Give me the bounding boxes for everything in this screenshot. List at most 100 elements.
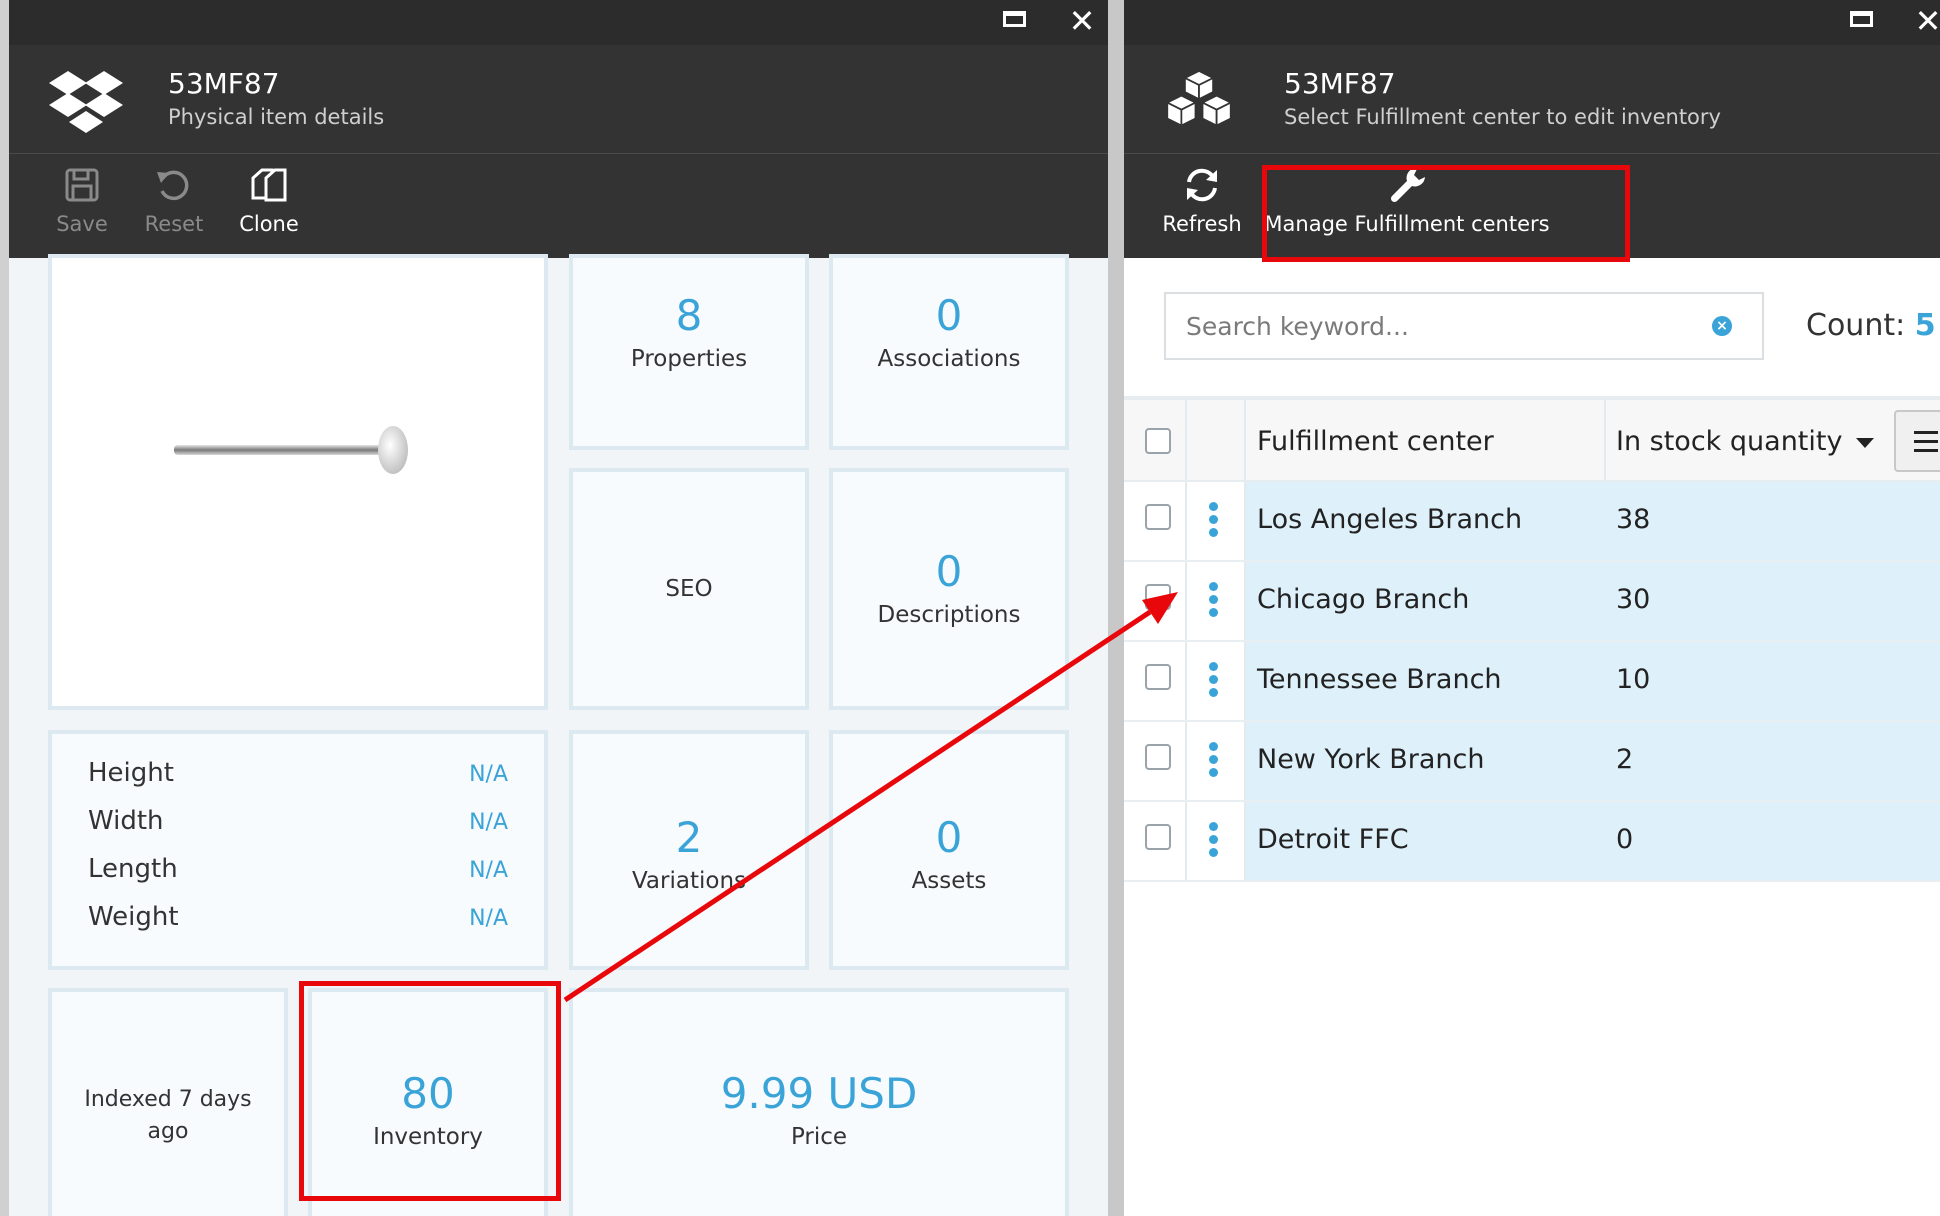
product-image-tile[interactable]: [48, 254, 548, 710]
row-checkbox[interactable]: [1145, 584, 1171, 610]
blade-title: 53MF87: [168, 67, 280, 100]
count-value: 5: [1914, 308, 1936, 343]
close-icon[interactable]: ✕: [1062, 2, 1102, 40]
save-button[interactable]: Save: [47, 164, 117, 236]
row-actions-icon[interactable]: [1209, 662, 1219, 701]
column-header-fulfillment-center[interactable]: Fulfillment center: [1257, 426, 1494, 457]
table-row[interactable]: Detroit FFC 0: [1124, 802, 1940, 882]
column-divider: [1244, 722, 1246, 800]
blade-title: 53MF87: [1284, 67, 1396, 100]
row-fulfillment-center: New York Branch: [1257, 744, 1485, 775]
price-tile[interactable]: 9.99 USD Price: [569, 988, 1069, 1216]
row-checkbox[interactable]: [1145, 664, 1171, 690]
save-label: Save: [56, 212, 108, 236]
refresh-label: Refresh: [1162, 212, 1242, 236]
clone-button[interactable]: Clone: [229, 164, 309, 236]
table-row[interactable]: New York Branch 2: [1124, 722, 1940, 802]
product-image: [174, 426, 408, 474]
variations-tile[interactable]: 2 Variations: [569, 730, 809, 970]
row-quantity: 30: [1616, 584, 1651, 615]
column-header-in-stock-quantity[interactable]: In stock quantity: [1616, 426, 1875, 457]
row-quantity: 10: [1616, 664, 1651, 695]
dimension-row-height: Height N/A: [88, 758, 508, 798]
blade-subtitle: Select Fulfillment center to edit invent…: [1284, 105, 1721, 129]
save-icon: [65, 168, 99, 202]
column-divider: [1185, 562, 1187, 640]
cubes-icon: [1165, 69, 1233, 127]
blade-header: 53MF87 Physical item details: [9, 45, 1108, 154]
indexed-tile[interactable]: Indexed 7 days ago: [48, 988, 288, 1216]
row-checkbox[interactable]: [1145, 504, 1171, 530]
undo-icon: [157, 170, 189, 201]
dimension-label: Length: [88, 854, 178, 884]
clear-search-icon[interactable]: ×: [1712, 316, 1732, 336]
column-divider: [1185, 642, 1187, 720]
column-divider: [1244, 400, 1246, 480]
dimension-value: N/A: [469, 906, 508, 931]
seo-label: SEO: [665, 576, 713, 602]
indexed-label: Indexed 7 days ago: [84, 1087, 252, 1144]
price-value: 9.99 USD: [720, 1069, 918, 1118]
column-divider: [1244, 642, 1246, 720]
properties-count: 8: [675, 291, 703, 340]
inventory-highlight: [299, 981, 561, 1201]
blade-divider: [1108, 0, 1124, 1216]
dimension-value: N/A: [469, 762, 508, 787]
properties-label: Properties: [630, 346, 748, 372]
refresh-icon: [1187, 168, 1217, 202]
maximize-icon[interactable]: [1841, 2, 1881, 27]
window-titlebar: ✕: [1124, 0, 1940, 45]
column-divider: [1185, 802, 1187, 880]
row-actions-icon[interactable]: [1209, 742, 1219, 781]
dropbox-icon: [49, 71, 123, 133]
table-row[interactable]: Tennessee Branch 10: [1124, 642, 1940, 722]
grid-menu-icon[interactable]: [1894, 410, 1940, 472]
row-actions-icon[interactable]: [1209, 502, 1219, 541]
row-checkbox[interactable]: [1145, 744, 1171, 770]
fulfillment-blade: ✕ 53MF87 Select Fulfillment center to ed…: [1124, 0, 1940, 1216]
clone-icon: [251, 168, 287, 202]
select-all-checkbox[interactable]: [1145, 428, 1171, 454]
variations-label: Variations: [631, 868, 747, 894]
reset-label: Reset: [144, 212, 204, 236]
search-input[interactable]: Search keyword... ×: [1164, 292, 1764, 360]
column-divider: [1185, 482, 1187, 560]
assets-count: 0: [935, 813, 963, 862]
row-actions-icon[interactable]: [1209, 582, 1219, 621]
descriptions-tile[interactable]: 0 Descriptions: [829, 468, 1069, 710]
dimension-label: Width: [88, 806, 164, 836]
close-icon[interactable]: ✕: [1908, 2, 1940, 40]
refresh-button[interactable]: Refresh: [1158, 164, 1246, 236]
seo-tile[interactable]: SEO: [569, 468, 809, 710]
column-divider: [1244, 802, 1246, 880]
table-row[interactable]: Los Angeles Branch 38: [1124, 482, 1940, 562]
sort-desc-icon: [1856, 437, 1875, 448]
variations-count: 2: [675, 813, 703, 862]
table-row[interactable]: Chicago Branch 30: [1124, 562, 1940, 642]
assets-tile[interactable]: 0 Assets: [829, 730, 1069, 970]
dimensions-tile[interactable]: Height N/A Width N/A Length N/A Weight N…: [48, 730, 548, 970]
clone-label: Clone: [239, 212, 299, 236]
row-quantity: 38: [1616, 504, 1651, 535]
row-quantity: 0: [1616, 824, 1634, 855]
column-divider: [1244, 562, 1246, 640]
row-fulfillment-center: Los Angeles Branch: [1257, 504, 1523, 535]
row-quantity: 2: [1616, 744, 1634, 775]
dimension-value: N/A: [469, 810, 508, 835]
column-header-label: In stock quantity: [1616, 426, 1843, 457]
manage-highlight: [1262, 165, 1630, 262]
column-divider: [1604, 400, 1606, 480]
product-details-blade: ✕ 53MF87 Physical item details Save Rese…: [9, 0, 1108, 1216]
count-label: Count:: [1806, 308, 1906, 343]
row-actions-icon[interactable]: [1209, 822, 1219, 861]
dimension-row-width: Width N/A: [88, 806, 508, 846]
associations-label: Associations: [877, 346, 1021, 372]
grid-header: Fulfillment center In stock quantity: [1124, 396, 1940, 482]
row-fulfillment-center: Detroit FFC: [1257, 824, 1409, 855]
maximize-icon[interactable]: [994, 2, 1034, 27]
row-checkbox[interactable]: [1145, 824, 1171, 850]
properties-tile[interactable]: 8 Properties: [569, 254, 809, 450]
reset-button[interactable]: Reset: [134, 164, 214, 236]
associations-tile[interactable]: 0 Associations: [829, 254, 1069, 450]
search-placeholder: Search keyword...: [1186, 312, 1409, 341]
